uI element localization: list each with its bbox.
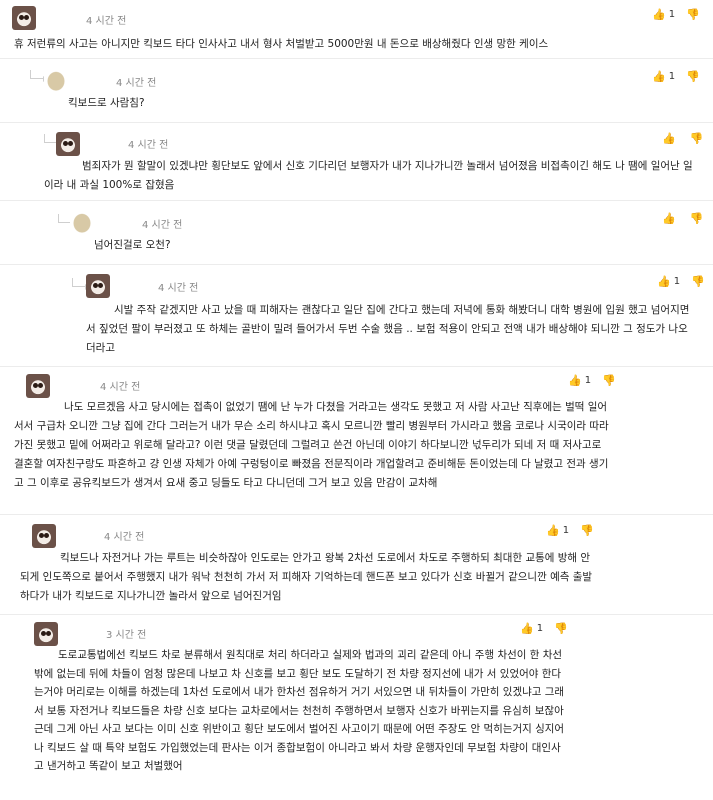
comment-time: 4 시간 전 xyxy=(116,78,157,89)
reply-arrow-icon xyxy=(30,70,47,82)
thumbs-down-icon[interactable]: 👎 xyxy=(691,275,705,288)
comment-item: 4 시간 전 👍 1 👎 킥보드나 자전거나 가는 루트는 비슷하잖아 인도로는… xyxy=(0,518,713,615)
avatar[interactable] xyxy=(32,524,56,548)
thumbs-up-icon[interactable]: 👍 xyxy=(652,8,666,21)
vote-controls: 👍 1 👎 xyxy=(568,374,616,387)
vote-controls: 👍 👎 xyxy=(662,212,703,225)
thumbs-up-icon[interactable]: 👍 xyxy=(568,374,582,387)
comment-text: 나도 모르겠음 사고 당시에는 접촉이 없었기 땜에 난 누가 다쳤을 거라고는… xyxy=(14,401,609,489)
comment-text: 킥보드나 자전거나 가는 루트는 비슷하잖아 인도로는 안가고 왕복 2차선 도… xyxy=(20,552,593,602)
thumbs-up-icon[interactable]: 👍 xyxy=(520,622,534,635)
avatar[interactable] xyxy=(86,274,110,298)
comment-time: 3 시간 전 xyxy=(106,630,147,641)
vote-controls: 👍 1 👎 xyxy=(652,70,700,83)
like-count: 1 xyxy=(668,9,676,20)
thumbs-down-icon[interactable]: 👎 xyxy=(690,212,704,225)
thumbs-up-icon[interactable]: 👍 xyxy=(662,132,676,145)
comment-item: 4 시간 전 👍 👎 범죄자가 뭔 할말이 있겠냐만 횡단보도 앞에서 신호 기… xyxy=(0,124,713,201)
comment-text: 휴 저런류의 사고는 아니지만 킥보드 타다 인사사고 내서 형사 처벌받고 5… xyxy=(14,38,549,50)
comment-time: 4 시간 전 xyxy=(104,532,145,543)
comment-item: 3 시간 전 👍 1 👎 도로교통법에선 킥보드 차로 분류해서 원칙대로 처리… xyxy=(0,618,713,800)
like-count: 1 xyxy=(673,276,681,287)
like-count: 1 xyxy=(536,623,544,634)
avatar[interactable] xyxy=(12,6,36,30)
thumbs-down-icon[interactable]: 👎 xyxy=(554,622,568,635)
avatar[interactable] xyxy=(44,68,68,92)
comment-time: 4 시간 전 xyxy=(86,16,127,27)
avatar[interactable] xyxy=(56,132,80,156)
thumbs-down-icon[interactable]: 👎 xyxy=(580,524,594,537)
vote-controls: 👍 1 👎 xyxy=(546,524,594,537)
comment-time: 4 시간 전 xyxy=(158,283,199,294)
comment-text: 넘어진걸로 오천? xyxy=(94,239,171,251)
vote-controls: 👍 1 👎 xyxy=(657,275,705,288)
comment-text: 킥보드로 사람침? xyxy=(68,97,145,109)
comment-time: 4 시간 전 xyxy=(142,220,183,231)
thumbs-up-icon[interactable]: 👍 xyxy=(662,212,676,225)
vote-controls: 👍 1 👎 xyxy=(652,8,700,21)
thumbs-down-icon[interactable]: 👎 xyxy=(690,132,704,145)
thumbs-down-icon[interactable]: 👎 xyxy=(602,374,616,387)
avatar[interactable] xyxy=(34,622,58,646)
avatar[interactable] xyxy=(26,374,50,398)
comment-item: 4 시간 전 👍 1 👎 킥보드로 사람침? xyxy=(0,60,713,123)
like-count: 1 xyxy=(668,71,676,82)
comment-item: 4 시간 전 👍 1 👎 휴 저런류의 사고는 아니지만 킥보드 타다 인사사고… xyxy=(0,0,713,59)
comment-item: 4 시간 전 👍 1 👎 시발 주작 같겠지만 사고 났을 때 피해자는 괜찮다… xyxy=(0,268,713,367)
vote-controls: 👍 👎 xyxy=(662,132,703,145)
thumbs-down-icon[interactable]: 👎 xyxy=(686,70,700,83)
thumbs-down-icon[interactable]: 👎 xyxy=(686,8,700,21)
comment-text: 도로교통법에선 킥보드 차로 분류해서 원칙대로 처리 하더라고 실제와 법과의… xyxy=(34,649,565,772)
avatar[interactable] xyxy=(70,210,94,234)
comment-time: 4 시간 전 xyxy=(128,140,169,151)
like-count: 1 xyxy=(584,375,592,386)
thumbs-up-icon[interactable]: 👍 xyxy=(546,524,560,537)
thumbs-up-icon[interactable]: 👍 xyxy=(652,70,666,83)
comment-time: 4 시간 전 xyxy=(100,382,141,393)
comment-item: 4 시간 전 👍 1 👎 나도 모르겠음 사고 당시에는 접촉이 없었기 땜에 … xyxy=(0,368,713,515)
reply-arrow-icon xyxy=(72,278,89,290)
comment-item: 4 시간 전 👍 👎 넘어진걸로 오천? xyxy=(0,204,713,265)
thumbs-up-icon[interactable]: 👍 xyxy=(657,275,671,288)
vote-controls: 👍 1 👎 xyxy=(520,622,568,635)
comment-text: 시발 주작 같겠지만 사고 났을 때 피해자는 괜찮다고 일단 집에 간다고 했… xyxy=(86,304,690,354)
comment-text: 범죄자가 뭔 할말이 있겠냐만 횡단보도 앞에서 신호 기다리던 보행자가 내가… xyxy=(44,160,693,191)
like-count: 1 xyxy=(562,525,570,536)
